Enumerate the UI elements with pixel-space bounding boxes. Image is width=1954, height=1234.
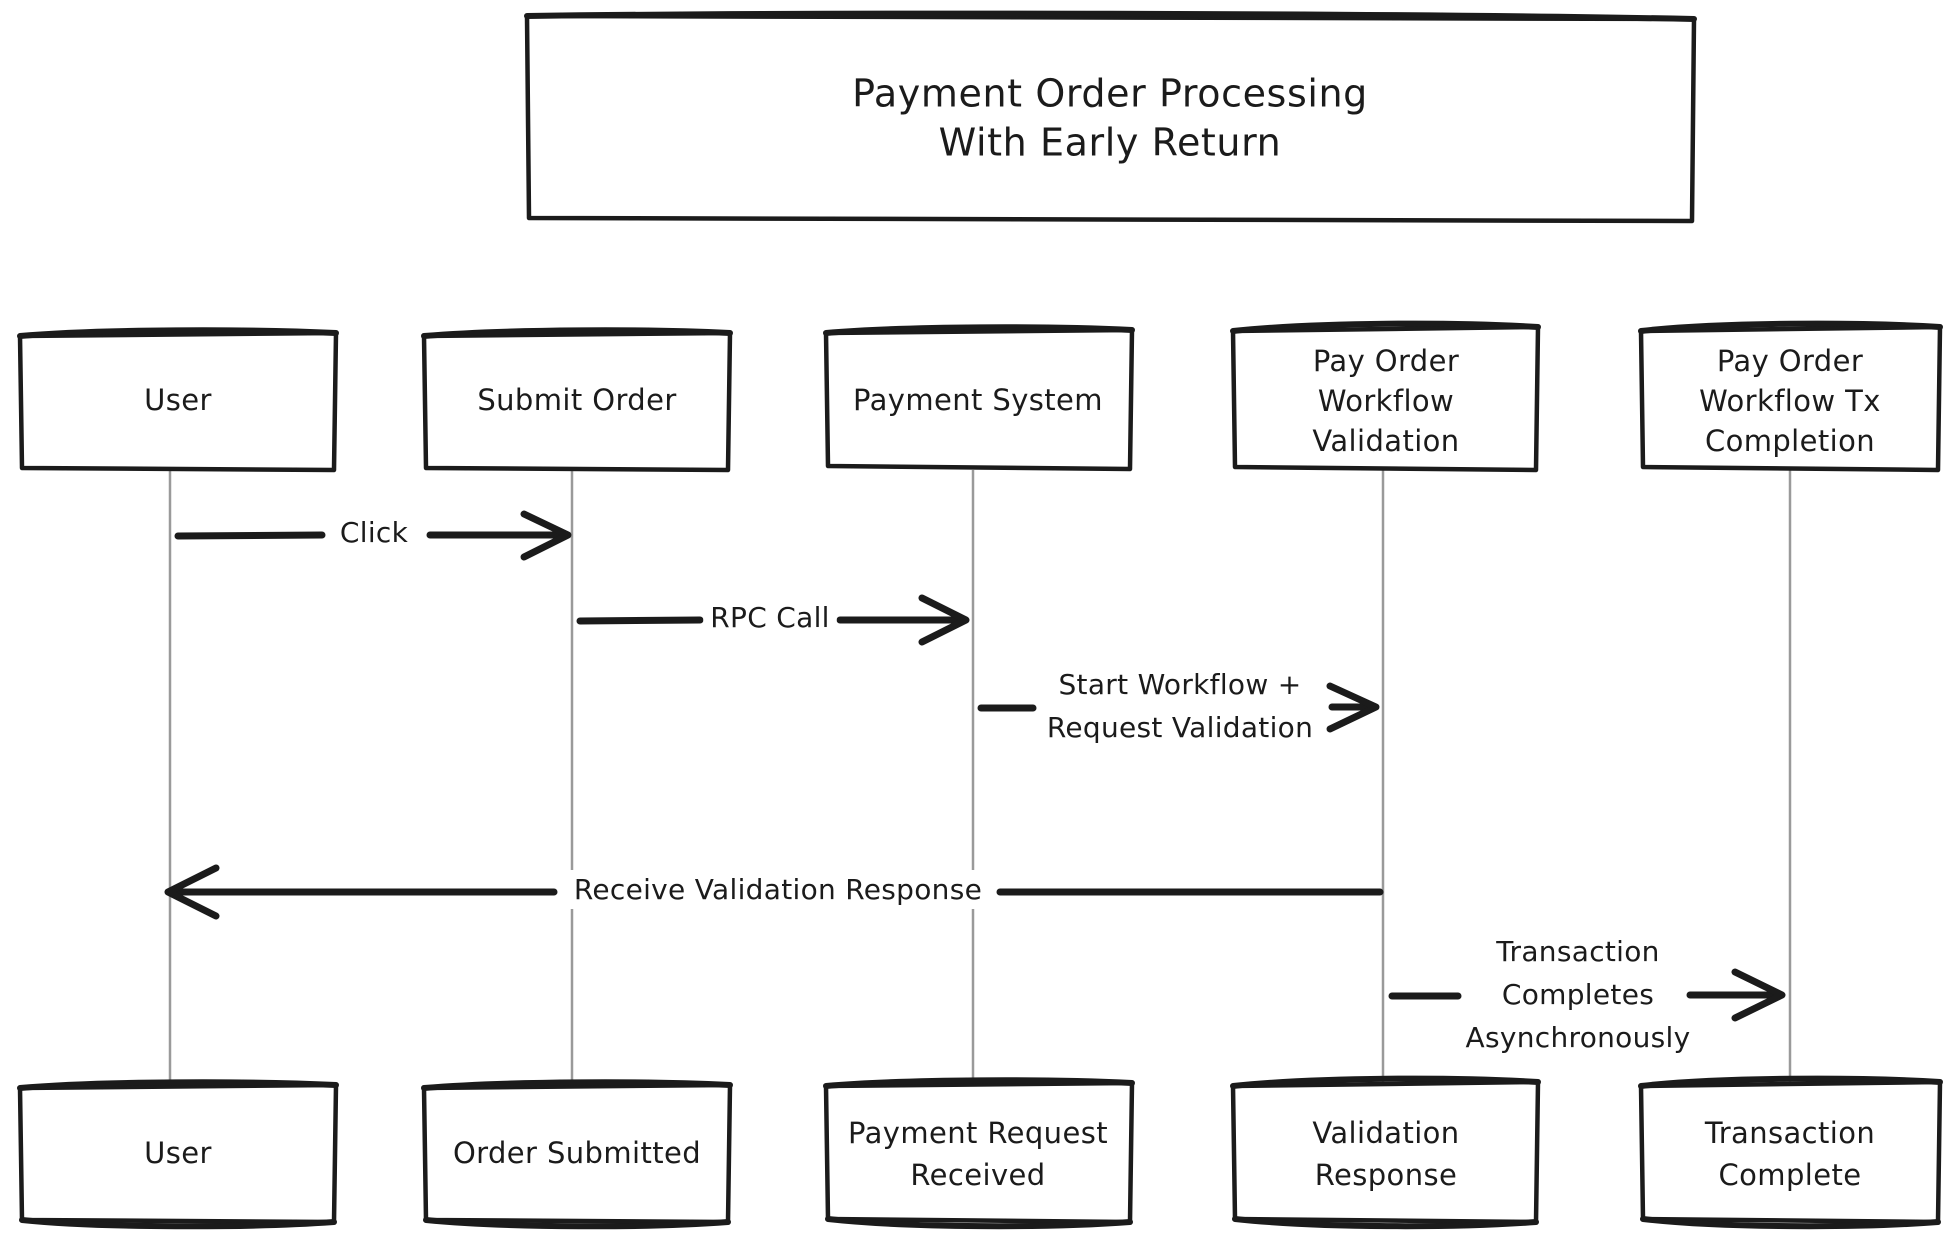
participant-label-paysystem-top: Payment System [853, 383, 1103, 417]
message-start-workflow[interactable]: Start Workflow + Request Validation [977, 665, 1380, 747]
participant-label-completion-bottom-2: Complete [1719, 1158, 1862, 1192]
message-start-workflow-label-2: Request Validation [1047, 711, 1313, 744]
participant-box-completion-bottom-outline [1638, 1079, 1943, 1225]
participant-box-validation-top[interactable]: Pay Order Workflow Validation [1230, 320, 1541, 473]
participant-label-validation-top-2: Workflow [1318, 384, 1454, 418]
message-receive-label: Receive Validation Response [574, 873, 982, 906]
participant-label-completion-top-1: Pay Order [1717, 344, 1863, 378]
participant-box-paysystem-bottom-outline [823, 1080, 1135, 1225]
message-transaction-label-2: Completes [1502, 978, 1654, 1011]
participant-label-validation-top-1: Pay Order [1313, 344, 1459, 378]
participant-label-validation-bottom-2: Response [1315, 1158, 1457, 1192]
participant-label-validation-top-3: Validation [1312, 424, 1459, 458]
participant-box-submit-bottom[interactable]: Order Submitted [421, 1079, 733, 1230]
participant-label-submit-bottom: Order Submitted [453, 1136, 701, 1170]
participant-box-validation-bottom-outline [1230, 1079, 1541, 1225]
participant-box-user-bottom[interactable]: User [17, 1079, 339, 1230]
message-rpc-call[interactable]: RPC Call [576, 594, 970, 646]
diagram-svg: Payment Order Processing With Early Retu… [17, 10, 1943, 1230]
diagram-title-line-1: Payment Order Processing [852, 72, 1368, 116]
participant-box-paysystem-bottom[interactable]: Payment Request Received [823, 1077, 1135, 1230]
diagram-title-box: Payment Order Processing With Early Retu… [524, 10, 1697, 224]
participant-label-user-top: User [144, 383, 212, 417]
participant-label-paysystem-bottom-2: Received [910, 1158, 1045, 1192]
participant-label-user-bottom: User [144, 1136, 212, 1170]
message-click-label: Click [340, 516, 409, 549]
message-transaction-label-3: Asynchronously [1466, 1021, 1691, 1054]
participant-label-completion-bottom-1: Transaction [1704, 1116, 1875, 1150]
diagram-title-line-2: With Early Return [939, 121, 1282, 165]
message-rpc-label: RPC Call [710, 601, 829, 634]
message-rpc-line-left [576, 616, 704, 625]
message-transaction-completes[interactable]: Transaction Completes Asynchronously [1388, 932, 1786, 1057]
participant-box-validation-bottom[interactable]: Validation Response [1230, 1075, 1541, 1230]
participant-box-paysystem-top[interactable]: Payment System [823, 324, 1135, 472]
message-start-workflow-label-1: Start Workflow + [1058, 668, 1301, 701]
participant-bottom-boxes: User Order Submitted Payment Request Rec… [17, 1075, 1943, 1230]
participant-label-validation-bottom-1: Validation [1312, 1116, 1459, 1150]
participant-label-paysystem-bottom-1: Payment Request [848, 1116, 1108, 1150]
participant-box-completion-bottom[interactable]: Transaction Complete [1638, 1075, 1943, 1230]
participant-label-completion-top-3: Completion [1705, 424, 1875, 458]
participant-box-submit-top[interactable]: Submit Order [421, 327, 733, 473]
message-transaction-label-1: Transaction [1495, 935, 1659, 968]
sequence-diagram-canvas: Payment Order Processing With Early Retu… [0, 0, 1954, 1234]
title-box-outline [524, 13, 1697, 224]
participant-label-submit-top: Submit Order [477, 383, 676, 417]
participant-box-user-top[interactable]: User [17, 327, 339, 473]
message-click-line-left [174, 531, 326, 540]
participant-label-completion-top-2: Workflow Tx [1699, 384, 1881, 418]
participant-box-completion-top[interactable]: Pay Order Workflow Tx Completion [1638, 320, 1943, 473]
message-click[interactable]: Click [174, 510, 572, 561]
participant-top-boxes: User Submit Order Payment System Pay Ord… [17, 320, 1943, 473]
message-receive-validation-response[interactable]: Receive Validation Response [164, 864, 1384, 920]
